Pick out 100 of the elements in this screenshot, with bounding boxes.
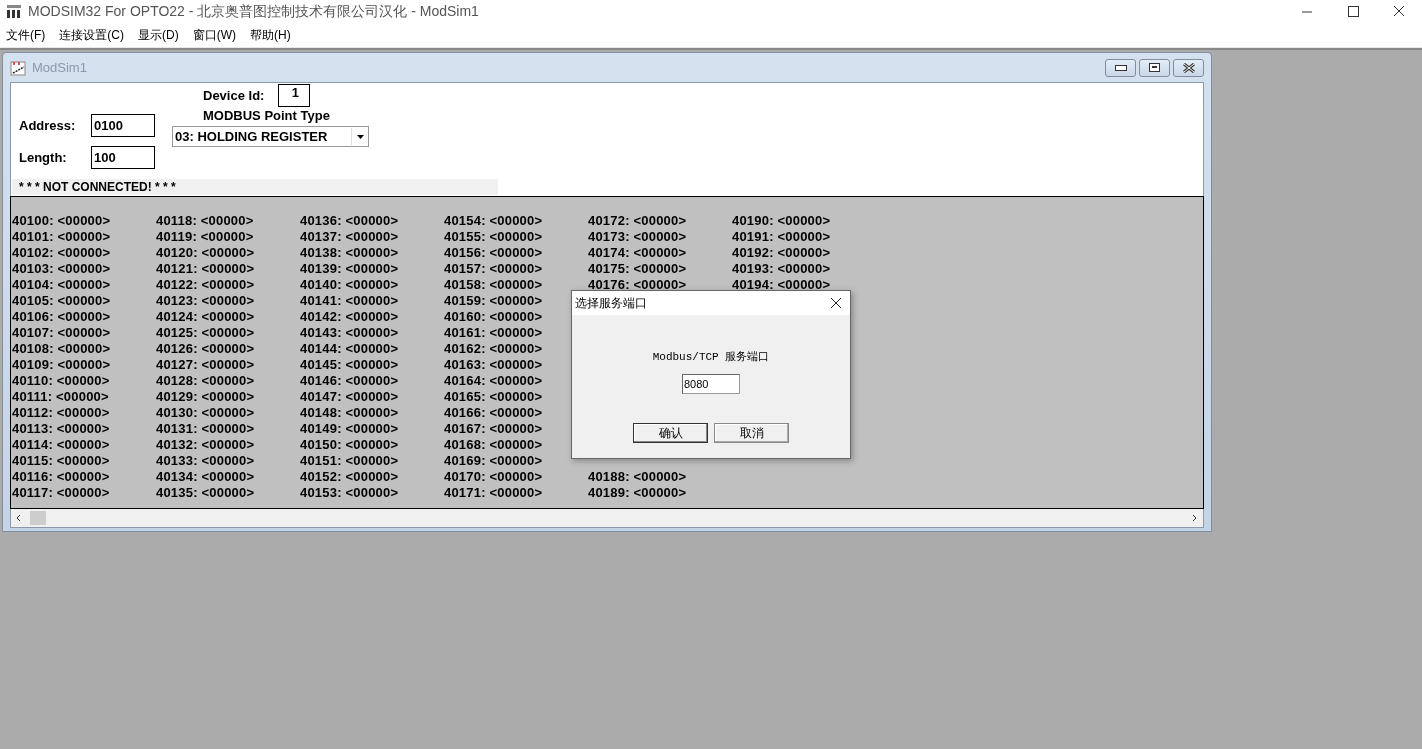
menu-item[interactable]: 显示(D) — [138, 27, 186, 44]
field-label: Length: — [19, 150, 68, 165]
register-value: 40140: <00000> — [300, 277, 399, 293]
ok-button[interactable]: 确认 — [633, 423, 708, 443]
register-value: 40112: <00000> — [12, 405, 110, 421]
register-value: 40155: <00000> — [444, 229, 543, 245]
register-value: 40136: <00000> — [300, 213, 399, 229]
register-value: 40106: <00000> — [12, 309, 111, 325]
register-value: 40138: <00000> — [300, 245, 399, 261]
register-value: 40127: <00000> — [156, 357, 255, 373]
device-id-field[interactable]: 1 — [278, 84, 311, 107]
register-value: 40170: <00000> — [444, 469, 543, 485]
register-value: 40122: <00000> — [156, 277, 255, 293]
register-value: 40101: <00000> — [12, 229, 111, 245]
register-value: 40158: <00000> — [444, 277, 543, 293]
register-value: 40135: <00000> — [156, 485, 255, 501]
register-value: 40114: <00000> — [12, 437, 110, 453]
register-value: 40109: <00000> — [12, 357, 111, 373]
field-label: Address: — [19, 118, 77, 133]
close-icon[interactable] — [830, 297, 842, 309]
restore-button[interactable] — [1139, 58, 1170, 77]
register-value: 40167: <00000> — [444, 421, 543, 437]
register-value: 40162: <00000> — [444, 341, 543, 357]
register-value: 40160: <00000> — [444, 309, 543, 325]
menu-item[interactable]: 连接设置(C) — [59, 27, 131, 44]
register-value: 40171: <00000> — [444, 485, 543, 501]
register-value: 40175: <00000> — [588, 261, 687, 277]
register-value: 40133: <00000> — [156, 453, 255, 469]
register-value: 40125: <00000> — [156, 325, 255, 341]
register-value: 40148: <00000> — [300, 405, 399, 421]
port-label: Modbus/TCP 服务端口 — [652, 350, 770, 364]
document-icon — [10, 58, 28, 77]
close-icon — [1181, 62, 1196, 73]
length-field[interactable]: 100 — [91, 146, 155, 169]
register-value: 40134: <00000> — [156, 469, 255, 485]
register-value: 40108: <00000> — [12, 341, 111, 357]
register-value: 40164: <00000> — [444, 373, 543, 389]
field-label: MODBUS Point Type — [203, 108, 331, 123]
register-value: 40152: <00000> — [300, 469, 399, 485]
register-value: 40116: <00000> — [12, 469, 110, 485]
register-value: 40126: <00000> — [156, 341, 255, 357]
register-value: 40145: <00000> — [300, 357, 399, 373]
register-value: 40144: <00000> — [300, 341, 399, 357]
register-value: 40151: <00000> — [300, 453, 399, 469]
register-value: 40139: <00000> — [300, 261, 399, 277]
register-value: 40157: <00000> — [444, 261, 543, 277]
register-value: 40110: <00000> — [12, 373, 110, 389]
register-value: 40142: <00000> — [300, 309, 399, 325]
register-value: 40104: <00000> — [12, 277, 111, 293]
register-value: 40137: <00000> — [300, 229, 399, 245]
register-value: 40156: <00000> — [444, 245, 543, 261]
register-value: 40168: <00000> — [444, 437, 543, 453]
register-value: 40128: <00000> — [156, 373, 255, 389]
register-value: 40173: <00000> — [588, 229, 687, 245]
menu-item[interactable]: 文件(F) — [6, 27, 53, 44]
register-value: 40161: <00000> — [444, 325, 543, 341]
register-value: 40192: <00000> — [732, 245, 831, 261]
register-value: 40172: <00000> — [588, 213, 687, 229]
close-button[interactable] — [1173, 58, 1204, 77]
register-value: 40121: <00000> — [156, 261, 255, 277]
register-value: 40146: <00000> — [300, 373, 399, 389]
register-value: 40100: <00000> — [12, 213, 111, 229]
register-value: 40141: <00000> — [300, 293, 399, 309]
scrollbar-thumb[interactable] — [30, 511, 46, 525]
app-icon — [6, 5, 22, 19]
register-value: 40159: <00000> — [444, 293, 543, 309]
register-value: 40176: <00000> — [588, 277, 687, 293]
register-value: 40118: <00000> — [156, 213, 254, 229]
register-value: 40113: <00000> — [12, 421, 110, 437]
register-value: 40143: <00000> — [300, 325, 399, 341]
register-value: 40103: <00000> — [12, 261, 111, 277]
register-value: 40153: <00000> — [300, 485, 399, 501]
port-field[interactable]: 8080 — [682, 374, 740, 394]
register-value: 40102: <00000> — [12, 245, 111, 261]
register-value: 40120: <00000> — [156, 245, 255, 261]
register-value: 40111: <00000> — [12, 389, 109, 405]
register-value: 40130: <00000> — [156, 405, 255, 421]
register-value: 40119: <00000> — [156, 229, 254, 245]
menu-item[interactable]: 窗口(W) — [192, 27, 243, 44]
register-value: 40115: <00000> — [12, 453, 110, 469]
register-value: 40150: <00000> — [300, 437, 399, 453]
register-value: 40132: <00000> — [156, 437, 255, 453]
register-value: 40189: <00000> — [588, 485, 687, 501]
register-value: 40154: <00000> — [444, 213, 543, 229]
cancel-button[interactable]: 取消 — [714, 423, 789, 443]
register-value: 40165: <00000> — [444, 389, 543, 405]
register-value: 40188: <00000> — [588, 469, 687, 485]
window-title: MODSIM32 For OPTO22 - 北京奥普图控制技术有限公司汉化 - ModSim1 — [28, 3, 479, 21]
menu-item[interactable]: 帮助(H) — [250, 27, 298, 44]
minimize-button[interactable] — [1105, 58, 1136, 77]
register-value: 40166: <00000> — [444, 405, 543, 421]
register-value: 40105: <00000> — [12, 293, 111, 309]
point-type-dropdown[interactable]: 03: HOLDING REGISTER — [172, 126, 369, 147]
register-value: 40149: <00000> — [300, 421, 399, 437]
register-value: 40147: <00000> — [300, 389, 399, 405]
address-field[interactable]: 0100 — [91, 114, 155, 137]
status-text: * * * NOT CONNECTED! * * * — [12, 179, 498, 195]
register-value: 40129: <00000> — [156, 389, 255, 405]
register-value: 40194: <00000> — [732, 277, 831, 293]
restore-icon — [1149, 63, 1160, 72]
